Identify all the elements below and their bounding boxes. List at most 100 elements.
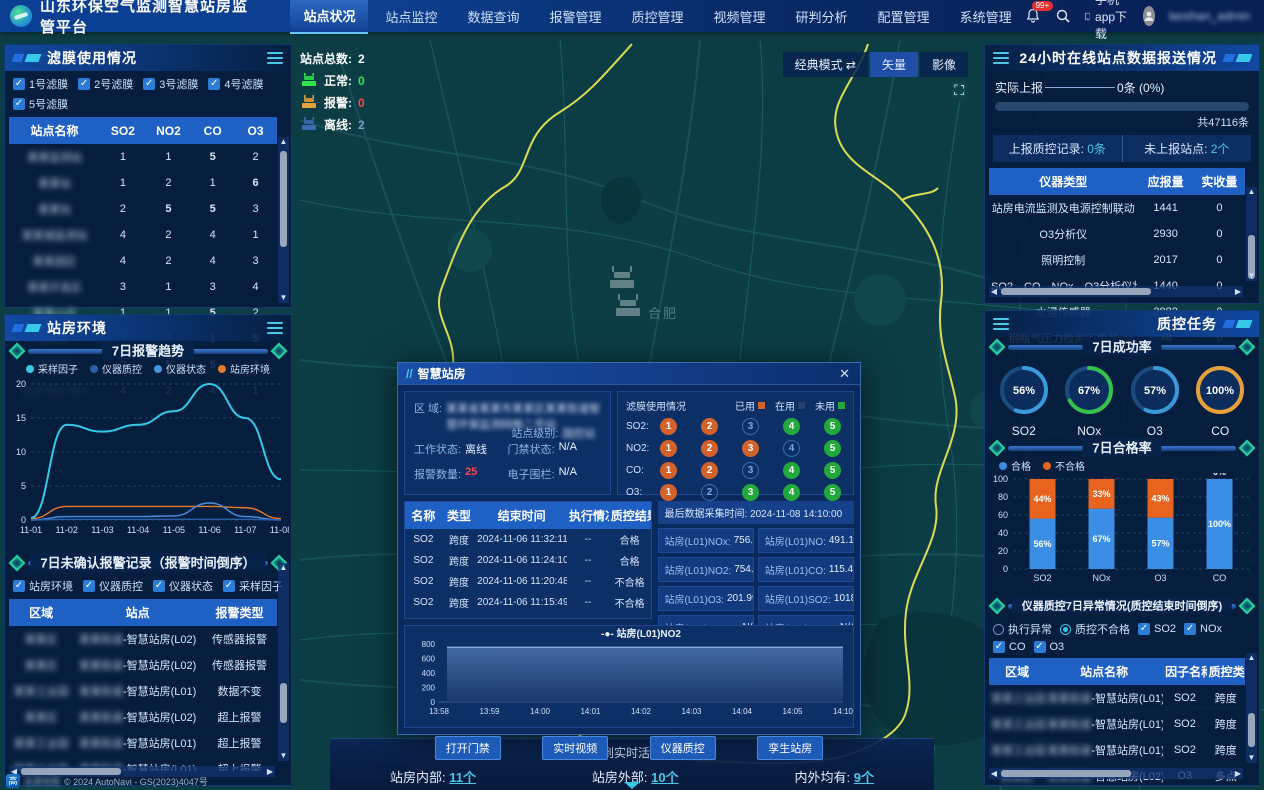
filter-count: 5	[191, 196, 234, 222]
nav-item-站点状况[interactable]: 站点状况	[290, 0, 368, 34]
table-row[interactable]: 某某工业园某某街道-智慧站房(L01)SO2跨度	[989, 711, 1245, 737]
diamond-icon[interactable]	[1239, 339, 1256, 356]
alarm-count: 25	[465, 466, 477, 482]
diamond-icon[interactable]	[271, 343, 288, 360]
table-row[interactable]: 某某站1216	[9, 170, 277, 196]
map-mode-经典模式 ⇄[interactable]: 经典模式 ⇄	[783, 52, 868, 77]
legend-item-采样因子[interactable]: 采样因子	[26, 361, 78, 376]
table-row[interactable]: 某某区某某街道-智慧站房(L02)传感器报警	[9, 626, 277, 652]
app-download-link[interactable]: 手机app下载	[1085, 0, 1129, 42]
table-row[interactable]: 某某工业园某某街道-智慧站房(L01)数据不变	[9, 678, 277, 704]
filter-checkbox-1号滤膜[interactable]: ✓1号滤膜	[13, 76, 68, 92]
table-row[interactable]: 某某工业园某某街道-智慧站房(L01)SO2跨度	[989, 685, 1245, 711]
menu-icon[interactable]	[993, 315, 1009, 333]
close-icon[interactable]: ✕	[837, 366, 852, 382]
table-row[interactable]: 某某城监测站4241	[9, 222, 277, 248]
menu-icon[interactable]	[993, 49, 1009, 67]
legend-item-站房环境[interactable]: 站房环境	[218, 361, 270, 376]
diamond-icon[interactable]	[9, 555, 26, 572]
table-row[interactable]: 某某监测站1152	[9, 144, 277, 170]
bottom-stat-value[interactable]: 11个	[449, 770, 476, 785]
table-row[interactable]: SO2跨度2024-11-06 11:15:49--不合格	[405, 592, 651, 613]
table-row[interactable]: 某某区某某街道-智慧站房(L02)传感器报警	[9, 652, 277, 678]
alarm-type: 超上报警	[202, 730, 277, 756]
table-row[interactable]: O3分析仪29300	[989, 221, 1245, 247]
table-row[interactable]: 某某区某某街道-智慧站房(L02)超上报警	[9, 704, 277, 730]
table-row[interactable]: 某某工业园某某街道-智慧站房(L01)SO2跨度	[989, 737, 1245, 763]
menu-icon[interactable]	[267, 319, 283, 337]
filter-checkbox-2号滤膜[interactable]: ✓2号滤膜	[78, 76, 133, 92]
table-row[interactable]: 某某开发区3134	[9, 274, 277, 300]
table-row[interactable]: 照明控制20170	[989, 247, 1245, 273]
avatar[interactable]	[1143, 6, 1155, 26]
legend-item-仪器质控[interactable]: 仪器质控	[90, 361, 142, 376]
missing-stations-stat[interactable]: 未上报站点: 2个	[1123, 135, 1252, 162]
door-status: N/A	[559, 441, 577, 457]
modal-button-实时视频[interactable]: 实时视频	[542, 736, 608, 760]
diamond-icon[interactable]	[989, 598, 1006, 615]
factor-checkbox-SO2[interactable]: ✓SO2	[1138, 623, 1176, 635]
table-row[interactable]: 某某工业园某某街道-智慧站房(L01)超上报警	[9, 730, 277, 756]
alarm-table-scrollbar[interactable]: ▲ ▼	[278, 563, 289, 761]
diamond-icon[interactable]	[989, 440, 1006, 457]
alarm-checkbox-仪器质控[interactable]: ✓仪器质控	[83, 578, 143, 594]
filter-checkbox-5号滤膜[interactable]: ✓5号滤膜	[13, 96, 68, 112]
instrument-cell: 1441	[1137, 195, 1193, 221]
collapse-triangle-icon[interactable]	[624, 782, 640, 789]
legend-item-仪器状态[interactable]: 仪器状态	[154, 361, 206, 376]
nav-item-站点监控[interactable]: 站点监控	[372, 0, 450, 33]
legend-label: 站房环境	[230, 361, 270, 376]
factor-checkbox-CO[interactable]: ✓CO	[993, 641, 1026, 653]
filter-checkbox-3号滤膜[interactable]: ✓3号滤膜	[143, 76, 198, 92]
factor-checkbox-O3[interactable]: ✓O3	[1034, 641, 1065, 653]
diamond-icon[interactable]	[1239, 440, 1256, 457]
filter-checkbox-4号滤膜[interactable]: ✓4号滤膜	[208, 76, 263, 92]
nav-item-研判分析[interactable]: 研判分析	[783, 0, 861, 33]
diamond-icon[interactable]	[1239, 598, 1256, 615]
radio-执行异常[interactable]: 执行异常	[993, 621, 1052, 637]
alarm-checkbox-站房环境[interactable]: ✓站房环境	[13, 578, 73, 594]
svg-text:11-02: 11-02	[56, 525, 78, 535]
table-row[interactable]: SO2跨度2024-11-06 10:53:19--不合格	[405, 613, 651, 619]
radio-质控不合格[interactable]: 质控不合格	[1060, 621, 1130, 637]
legend-item-不合格[interactable]: 不合格	[1043, 458, 1085, 473]
map-mode-影像[interactable]: 影像	[920, 52, 968, 77]
table-row[interactable]: 某某站2553	[9, 196, 277, 222]
nav-item-质控管理[interactable]: 质控管理	[619, 0, 697, 33]
modal-button-孪生站房[interactable]: 孪生站房	[757, 736, 823, 760]
map-mode-矢量[interactable]: 矢量	[870, 52, 918, 77]
notification-bell-icon[interactable]: 99+	[1025, 8, 1041, 24]
nav-item-配置管理[interactable]: 配置管理	[865, 0, 943, 33]
nav-item-视频管理[interactable]: 视频管理	[701, 0, 779, 33]
instrument-table-hscrollbar[interactable]: ◀ ▶	[989, 286, 1243, 297]
table-row[interactable]: SO2跨度2024-11-06 11:24:10--合格	[405, 550, 651, 571]
modal-titlebar[interactable]: // 智慧站房 ✕	[398, 363, 860, 385]
diamond-icon[interactable]	[989, 339, 1006, 356]
legend-item-合格[interactable]: 合格	[999, 458, 1031, 473]
username[interactable]: laoshan_admin	[1169, 9, 1250, 23]
nav-item-数据查询[interactable]: 数据查询	[454, 0, 532, 33]
search-icon[interactable]	[1055, 8, 1071, 24]
table-row[interactable]: 某某园区4243	[9, 248, 277, 274]
filter-table-scrollbar[interactable]: ▲ ▼	[278, 137, 289, 303]
nav-item-报警管理[interactable]: 报警管理	[536, 0, 614, 33]
factor-checkbox-NOx[interactable]: ✓NOx	[1184, 623, 1222, 635]
alarm-checkbox-采样因子[interactable]: ✓采样因子	[223, 578, 283, 594]
alarm-checkbox-仪器状态[interactable]: ✓仪器状态	[153, 578, 213, 594]
fullscreen-icon[interactable]: ⛶	[954, 82, 964, 99]
bottom-stat-value[interactable]: 9个	[854, 770, 874, 785]
modal-button-仪器质控[interactable]: 仪器质控	[650, 736, 716, 760]
diamond-icon[interactable]	[9, 343, 26, 360]
table-row[interactable]: SO2跨度2024-11-06 11:32:11--合格	[405, 529, 651, 550]
checkbox-label: 5号滤膜	[29, 96, 68, 112]
qc-cell: 合格	[609, 529, 651, 550]
instrument-table-scrollbar[interactable]: ▲ ▼	[1246, 187, 1257, 281]
table-row[interactable]: SO2跨度2024-11-06 11:20:48--不合格	[405, 571, 651, 592]
modal-button-打开门禁[interactable]: 打开门禁	[435, 736, 501, 760]
menu-icon[interactable]	[267, 49, 283, 67]
bottom-stat-value[interactable]: 10个	[651, 770, 678, 785]
nav-item-系统管理[interactable]: 系统管理	[947, 0, 1025, 33]
abnormal-table-hscrollbar[interactable]: ◀ ▶	[989, 768, 1243, 779]
abnormal-table-scrollbar[interactable]: ▲ ▼	[1246, 653, 1257, 763]
table-row[interactable]: 站房电流监测及电源控制联动14410	[989, 195, 1245, 221]
